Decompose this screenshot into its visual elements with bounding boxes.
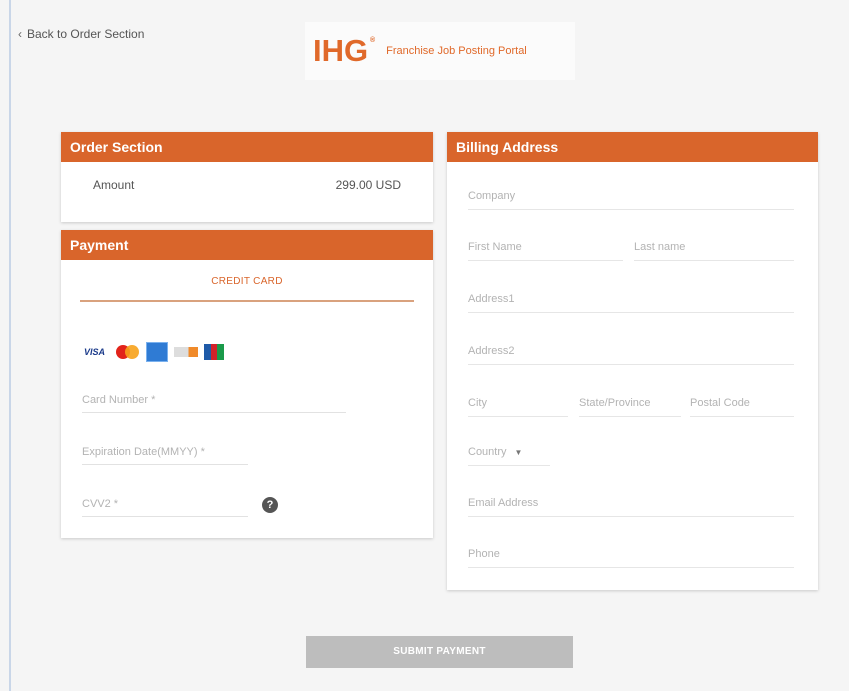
- address2-placeholder: Address2: [468, 345, 515, 357]
- cvv-field[interactable]: CVV2 *: [82, 498, 248, 517]
- company-field[interactable]: Company: [468, 190, 794, 210]
- mastercard-icon: [116, 345, 140, 359]
- country-select[interactable]: Country ▼: [468, 446, 550, 466]
- state-province-field[interactable]: State/Province: [579, 397, 681, 417]
- left-rule: [9, 0, 11, 691]
- postal-code-field[interactable]: Postal Code: [690, 397, 794, 417]
- billing-address-header: Billing Address: [447, 132, 818, 162]
- order-section-header: Order Section: [61, 132, 433, 162]
- phone-field[interactable]: Phone: [468, 548, 794, 568]
- email-placeholder: Email Address: [468, 497, 539, 509]
- tab-credit-card[interactable]: CREDIT CARD: [80, 276, 414, 302]
- jcb-icon: [204, 344, 225, 360]
- visa-icon: VISA: [84, 347, 106, 357]
- help-icon[interactable]: ?: [262, 497, 278, 513]
- first-name-placeholder: First Name: [468, 241, 522, 253]
- discover-icon: [174, 347, 198, 357]
- country-placeholder: Country: [468, 446, 507, 458]
- first-name-field[interactable]: First Name: [468, 241, 623, 261]
- amount-label: Amount: [93, 178, 135, 192]
- city-placeholder: City: [468, 397, 487, 409]
- state-placeholder: State/Province: [579, 397, 651, 409]
- expiration-placeholder: Expiration Date(MMYY) *: [82, 446, 205, 458]
- back-to-order-link[interactable]: ‹ Back to Order Section: [18, 27, 144, 41]
- card-number-field[interactable]: Card Number *: [82, 394, 346, 413]
- postal-placeholder: Postal Code: [690, 397, 750, 409]
- accepted-cards: VISA: [84, 342, 433, 362]
- amex-icon: [146, 342, 168, 362]
- last-name-field[interactable]: Last name: [634, 241, 794, 261]
- payment-card: Payment CREDIT CARD VISA Card Number * E…: [61, 230, 433, 538]
- amount-value: 299.00 USD: [335, 178, 401, 192]
- company-placeholder: Company: [468, 190, 516, 202]
- expiration-date-field[interactable]: Expiration Date(MMYY) *: [82, 446, 248, 465]
- ihg-logo: IHG ®: [313, 33, 376, 68]
- email-field[interactable]: Email Address: [468, 497, 794, 517]
- chevron-left-icon: ‹: [18, 27, 22, 41]
- back-link-label: Back to Order Section: [27, 27, 145, 41]
- portal-title: Franchise Job Posting Portal: [386, 45, 527, 57]
- order-section-card: Order Section Amount 299.00 USD: [61, 132, 433, 222]
- billing-address-card: Billing Address Company First Name Last …: [447, 132, 818, 590]
- submit-payment-button[interactable]: SUBMIT PAYMENT: [306, 636, 573, 668]
- address2-field[interactable]: Address2: [468, 345, 794, 365]
- address1-field[interactable]: Address1: [468, 293, 794, 313]
- brand-header: IHG ® Franchise Job Posting Portal: [305, 22, 575, 80]
- amount-row: Amount 299.00 USD: [61, 162, 433, 192]
- card-number-placeholder: Card Number *: [82, 394, 156, 406]
- cvv-placeholder: CVV2 *: [82, 498, 119, 510]
- address1-placeholder: Address1: [468, 293, 515, 305]
- phone-placeholder: Phone: [468, 548, 500, 560]
- payment-header: Payment: [61, 230, 433, 260]
- last-name-placeholder: Last name: [634, 241, 686, 253]
- city-field[interactable]: City: [468, 397, 568, 417]
- caret-down-icon: ▼: [514, 448, 523, 457]
